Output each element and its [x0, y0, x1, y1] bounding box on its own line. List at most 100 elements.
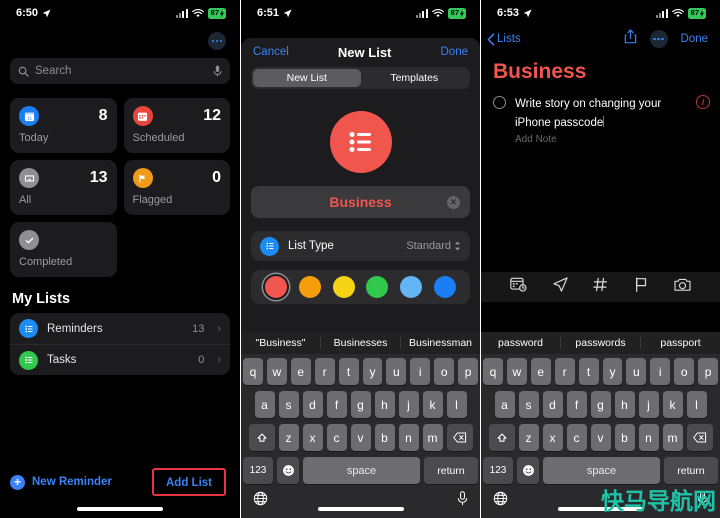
key-g[interactable]: g: [350, 391, 371, 418]
key-q[interactable]: q: [482, 358, 503, 385]
calendar-clock-icon[interactable]: [510, 277, 527, 297]
key-u[interactable]: u: [386, 358, 407, 385]
key-f[interactable]: f: [326, 391, 347, 418]
key-r[interactable]: r: [314, 358, 335, 385]
key-i[interactable]: i: [650, 358, 671, 385]
key-d[interactable]: d: [302, 391, 323, 418]
suggestion-2[interactable]: Businessman: [400, 337, 480, 349]
key-p[interactable]: p: [698, 358, 719, 385]
globe-key-icon[interactable]: [493, 491, 508, 511]
bulleted-list-icon[interactable]: [329, 111, 392, 173]
key-n[interactable]: n: [638, 424, 659, 451]
list-type-value-wrap[interactable]: Standard: [406, 240, 461, 252]
color-swatch-orange[interactable]: [298, 276, 321, 298]
space-key[interactable]: space: [543, 457, 660, 484]
list-type-row[interactable]: List Type Standard: [251, 231, 470, 261]
hashtag-icon[interactable]: [593, 277, 608, 297]
add-note-placeholder[interactable]: Add Note: [515, 134, 687, 145]
color-swatch-blue[interactable]: [434, 276, 457, 298]
key-h[interactable]: h: [374, 391, 395, 418]
suggestion-2[interactable]: passport: [640, 337, 720, 349]
more-options-icon[interactable]: [208, 32, 226, 50]
key-s[interactable]: s: [278, 391, 299, 418]
key-c[interactable]: c: [566, 424, 587, 451]
key-j[interactable]: j: [638, 391, 659, 418]
smart-list-all[interactable]: 13 All: [10, 160, 117, 215]
key-u[interactable]: u: [626, 358, 647, 385]
camera-icon[interactable]: [674, 277, 691, 297]
key-z[interactable]: z: [518, 424, 539, 451]
key-l[interactable]: l: [686, 391, 707, 418]
new-reminder-button[interactable]: + New Reminder: [10, 474, 112, 490]
info-icon[interactable]: i: [696, 95, 710, 109]
location-arrow-icon[interactable]: [553, 277, 568, 297]
return-key[interactable]: return: [424, 457, 478, 484]
numbers-key[interactable]: 123: [243, 457, 273, 484]
color-swatch-yellow[interactable]: [332, 276, 355, 298]
key-k[interactable]: k: [662, 391, 683, 418]
cancel-button[interactable]: Cancel: [253, 46, 289, 58]
smart-list-flagged[interactable]: 0 Flagged: [123, 160, 230, 215]
key-n[interactable]: n: [398, 424, 419, 451]
color-swatch-lightblue[interactable]: [400, 276, 423, 298]
key-t[interactable]: t: [578, 358, 599, 385]
list-item-tasks[interactable]: Tasks 0 ›: [10, 344, 230, 375]
key-b[interactable]: b: [374, 424, 395, 451]
key-f[interactable]: f: [566, 391, 587, 418]
flag-icon[interactable]: [634, 277, 648, 297]
done-button[interactable]: Done: [441, 46, 469, 58]
key-q[interactable]: q: [242, 358, 263, 385]
shift-key-icon[interactable]: [248, 424, 275, 451]
key-e[interactable]: e: [290, 358, 311, 385]
key-a[interactable]: a: [254, 391, 275, 418]
emoji-key-icon[interactable]: [277, 457, 299, 484]
suggestion-0[interactable]: password: [481, 337, 560, 349]
key-w[interactable]: w: [266, 358, 287, 385]
key-y[interactable]: y: [602, 358, 623, 385]
key-r[interactable]: r: [554, 358, 575, 385]
add-list-button[interactable]: Add List: [159, 473, 219, 493]
tab-new-list[interactable]: New List: [253, 69, 361, 87]
list-name-input[interactable]: Business ✕: [251, 186, 470, 218]
key-e[interactable]: e: [530, 358, 551, 385]
key-o[interactable]: o: [674, 358, 695, 385]
color-swatch-red[interactable]: [264, 276, 287, 298]
suggestion-1[interactable]: passwords: [560, 337, 640, 349]
key-i[interactable]: i: [410, 358, 431, 385]
backspace-key-icon[interactable]: [686, 424, 713, 451]
smart-list-today[interactable]: 11 8 Today: [10, 98, 117, 153]
back-button[interactable]: Lists: [487, 32, 521, 46]
key-m[interactable]: m: [662, 424, 683, 451]
key-b[interactable]: b: [614, 424, 635, 451]
key-m[interactable]: m: [422, 424, 443, 451]
key-x[interactable]: x: [302, 424, 323, 451]
key-s[interactable]: s: [518, 391, 539, 418]
reminder-circle-icon[interactable]: [493, 96, 506, 109]
globe-key-icon[interactable]: [253, 491, 268, 511]
smart-list-completed[interactable]: Completed: [10, 222, 117, 277]
key-g[interactable]: g: [590, 391, 611, 418]
numbers-key[interactable]: 123: [483, 457, 513, 484]
emoji-key-icon[interactable]: [517, 457, 539, 484]
space-key[interactable]: space: [303, 457, 420, 484]
key-o[interactable]: o: [434, 358, 455, 385]
suggestion-0[interactable]: "Business": [241, 337, 320, 349]
key-v[interactable]: v: [590, 424, 611, 451]
shift-key-icon[interactable]: [488, 424, 515, 451]
key-h[interactable]: h: [614, 391, 635, 418]
share-icon[interactable]: [624, 29, 637, 49]
key-k[interactable]: k: [422, 391, 443, 418]
backspace-key-icon[interactable]: [446, 424, 473, 451]
key-c[interactable]: c: [326, 424, 347, 451]
key-v[interactable]: v: [350, 424, 371, 451]
reminder-text[interactable]: Write story on changing your iPhone pass…: [515, 98, 661, 129]
key-j[interactable]: j: [398, 391, 419, 418]
return-key[interactable]: return: [664, 457, 718, 484]
list-item-reminders[interactable]: Reminders 13 ›: [10, 313, 230, 344]
tab-templates[interactable]: Templates: [361, 69, 469, 87]
key-w[interactable]: w: [506, 358, 527, 385]
key-p[interactable]: p: [458, 358, 479, 385]
dictation-mic-icon[interactable]: [457, 491, 468, 511]
smart-list-scheduled[interactable]: 12 Scheduled: [123, 98, 230, 153]
key-l[interactable]: l: [446, 391, 467, 418]
